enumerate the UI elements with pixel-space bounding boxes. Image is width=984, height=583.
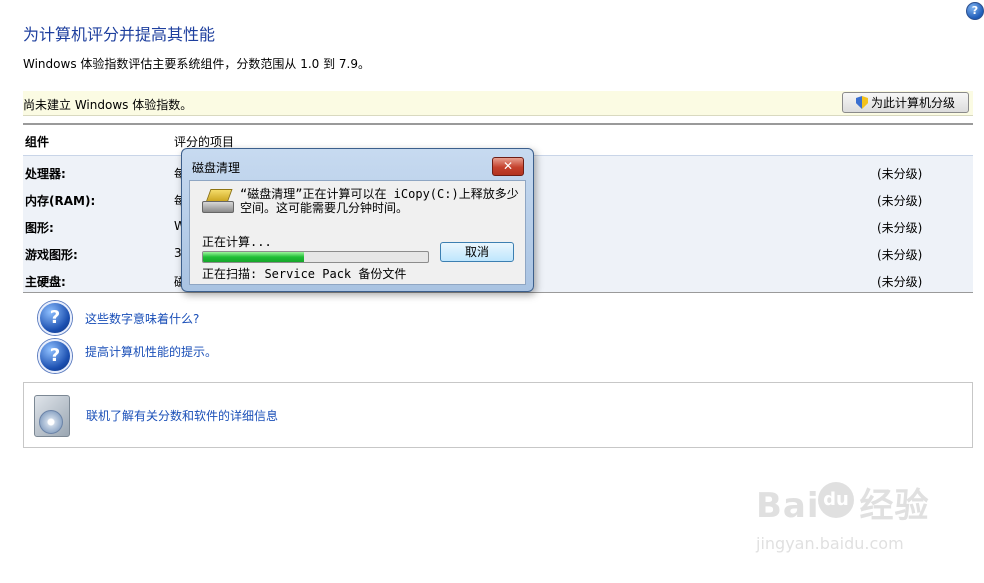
component-name: 主硬盘:	[25, 275, 66, 289]
watermark-url: jingyan.baidu.com	[756, 534, 904, 553]
component-name: 处理器:	[25, 167, 66, 181]
component-name: 图形:	[25, 221, 54, 235]
disk-cleanup-dialog: 磁盘清理 ✕ “磁盘清理”正在计算可以在 iCopy(C:)上释放多少空间。这可…	[181, 148, 534, 292]
disk-cleanup-icon	[202, 189, 234, 215]
component-name: 内存(RAM):	[25, 194, 96, 208]
status-text: 尚未建立 Windows 体验指数。	[23, 98, 193, 112]
component-score: (未分级)	[877, 248, 923, 262]
help-icon[interactable]: ?	[966, 2, 984, 20]
status-bar: 尚未建立 Windows 体验指数。 为此计算机分级	[23, 91, 973, 116]
page-title: 为计算机评分并提高其性能	[23, 25, 216, 44]
calculating-label: 正在计算...	[202, 235, 272, 249]
component-score: (未分级)	[877, 194, 923, 208]
rate-computer-button[interactable]: 为此计算机分级	[842, 92, 969, 113]
dialog-content: “磁盘清理”正在计算可以在 iCopy(C:)上释放多少空间。这可能需要几分钟时…	[189, 180, 526, 285]
progress-bar	[202, 251, 429, 263]
table-divider	[23, 292, 973, 293]
component-score: (未分级)	[877, 221, 923, 235]
question-icon: ?	[38, 339, 72, 373]
online-info-link[interactable]: 联机了解有关分数和软件的详细信息	[86, 407, 278, 424]
question-icon: ?	[38, 301, 72, 335]
baidu-paw-icon: du	[818, 482, 854, 518]
dialog-title: 磁盘清理	[192, 161, 241, 175]
component-score: (未分级)	[877, 167, 923, 181]
page-description: Windows 体验指数评估主要系统组件，分数范围从 1.0 到 7.9。	[23, 57, 370, 71]
uac-shield-icon	[855, 96, 868, 109]
baidu-jingyan-watermark: Bai 经验 du jingyan.baidu.com	[756, 478, 976, 568]
dialog-message: “磁盘清理”正在计算可以在 iCopy(C:)上释放多少空间。这可能需要几分钟时…	[240, 187, 519, 215]
component-name: 游戏图形:	[25, 248, 78, 262]
component-score: (未分级)	[877, 275, 923, 289]
cancel-button[interactable]: 取消	[440, 242, 514, 262]
progress-fill	[203, 252, 305, 262]
numbers-meaning-link[interactable]: 这些数字意味着什么?	[85, 310, 199, 327]
scanning-status: 正在扫描: Service Pack 备份文件	[202, 267, 407, 281]
column-header-component: 组件	[25, 135, 50, 149]
online-info-panel: 联机了解有关分数和软件的详细信息	[23, 382, 973, 448]
performance-tips-link[interactable]: 提高计算机性能的提示。	[85, 343, 217, 360]
close-button[interactable]: ✕	[492, 157, 524, 176]
rate-computer-label: 为此计算机分级	[870, 96, 955, 110]
software-disc-icon	[34, 395, 70, 437]
